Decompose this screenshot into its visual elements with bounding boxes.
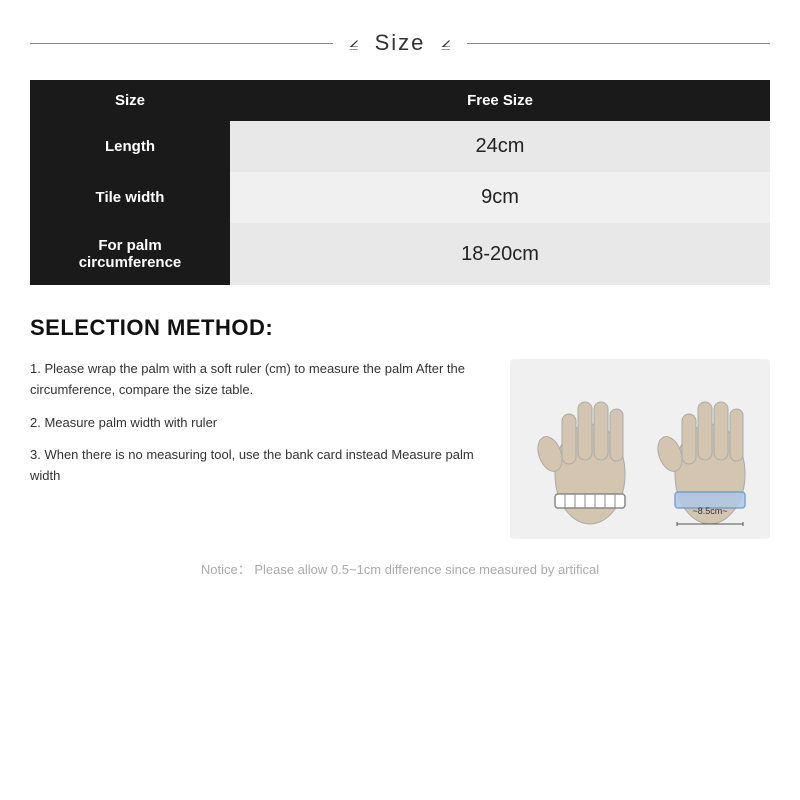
table-row: Tile width9cm xyxy=(30,172,770,223)
page-wrapper: ⦤ Size ⦤ Size Free Size Length24cmTile w… xyxy=(0,0,800,800)
title-line-right xyxy=(467,43,770,44)
title-section: ⦤ Size ⦤ xyxy=(30,30,770,56)
table-row-label: Tile width xyxy=(30,172,230,223)
chevron-down-icon-right: ⦤ xyxy=(441,34,450,52)
table-row: For palm circumference18-20cm xyxy=(30,223,770,285)
size-table: Size Free Size Length24cmTile width9cmFo… xyxy=(30,80,770,285)
selection-title: SELECTION METHOD: xyxy=(30,315,770,341)
step-3: 3. When there is no measuring tool, use … xyxy=(30,445,490,487)
step-2: 2. Measure palm width with ruler xyxy=(30,413,490,434)
table-row: Length24cm xyxy=(30,121,770,172)
selection-image: ~8.5cm~ xyxy=(510,359,770,539)
step-1: 1. Please wrap the palm with a soft rule… xyxy=(30,359,490,401)
notice-text: Notice： Please allow 0.5~1cm difference … xyxy=(30,559,770,578)
table-header-col2: Free Size xyxy=(230,80,770,121)
table-row-label: For palm circumference xyxy=(30,223,230,285)
size-title: Size xyxy=(375,30,426,56)
table-row-value: 24cm xyxy=(230,121,770,172)
title-line-left xyxy=(30,43,333,44)
selection-text: 1. Please wrap the palm with a soft rule… xyxy=(30,359,490,499)
glove-svg: ~8.5cm~ xyxy=(510,359,770,539)
table-header-row: Size Free Size xyxy=(30,80,770,121)
svg-text:~8.5cm~: ~8.5cm~ xyxy=(692,506,727,516)
selection-section: SELECTION METHOD: 1. Please wrap the pal… xyxy=(30,315,770,539)
chevron-down-icon-left: ⦤ xyxy=(349,34,358,52)
table-row-value: 18-20cm xyxy=(230,223,770,285)
table-row-value: 9cm xyxy=(230,172,770,223)
table-row-label: Length xyxy=(30,121,230,172)
selection-content: 1. Please wrap the palm with a soft rule… xyxy=(30,359,770,539)
table-header-col1: Size xyxy=(30,80,230,121)
